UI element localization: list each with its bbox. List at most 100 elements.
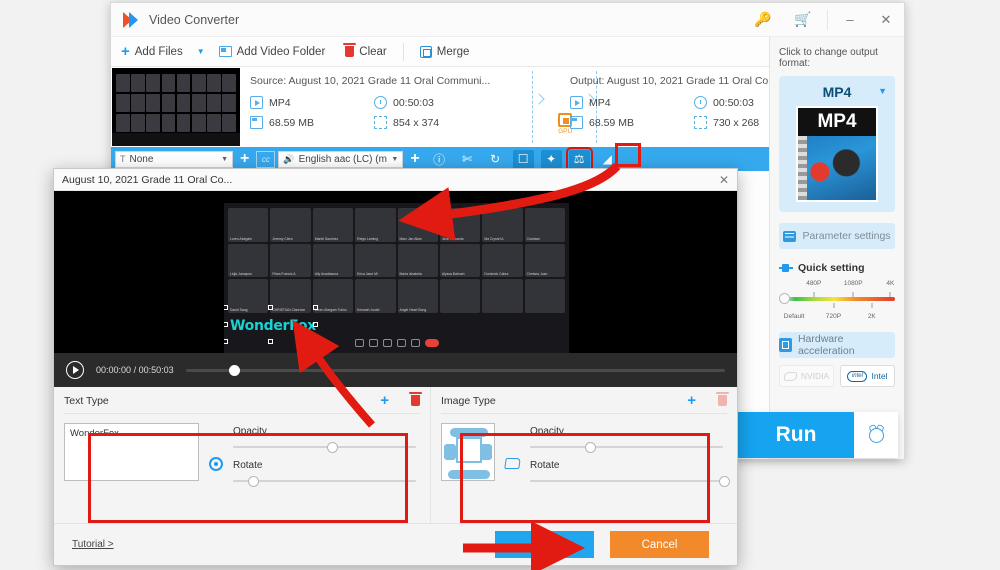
source-size: 68.59 MB [250,116,374,129]
seek-bar[interactable] [185,364,725,376]
run-bar: Run [738,412,898,458]
thumbnail-tile [116,113,130,132]
participant-tile: Dominick Cabra [482,243,523,278]
key-icon[interactable]: 🔑 [743,3,783,37]
cancel-button[interactable]: Cancel [610,531,709,558]
thumbnail-tile [116,93,130,113]
clear-label: Clear [359,45,387,58]
add-subtitle-button[interactable]: + [236,151,253,167]
participant-name: Lidja Jumapon [230,272,253,277]
thumbnail-toolbar-strip [112,133,240,146]
tutorial-link[interactable]: Tutorial > [72,539,114,550]
participant-tile: Reign Laming [355,208,396,242]
source-size-value: 68.59 MB [269,116,314,129]
participant-name: Erica Jane Mi [357,272,378,277]
thumbnail-tile [131,93,145,113]
cut-icon[interactable]: ✄ [457,150,478,169]
participant-name: Mariel Sanchez [314,236,339,241]
image-rotate-handle[interactable] [719,476,731,487]
seek-handle[interactable] [228,364,240,376]
dialog-close-button[interactable]: ✕ [719,173,729,187]
participant-tile: Chelsea Joan [524,243,565,278]
participant-name: Alyssa Bahrain [441,272,465,277]
output-size-value: 68.59 MB [589,116,634,129]
speaker-icon: 🔊 [283,153,295,164]
hardware-acceleration-button[interactable]: Hardware acceleration [779,332,895,358]
video-preview: Loren Abegain Jeremy Clera Mariel Sanchez R… [54,191,737,387]
run-button[interactable]: Run [738,412,854,458]
clock-icon [694,96,707,109]
time-separator: / [133,365,137,375]
delete-text-watermark-button[interactable] [409,392,422,406]
nvidia-label: NVIDIA [800,371,830,381]
trash-icon [343,43,357,57]
info-icon[interactable]: ⓘ [429,150,450,169]
participant-tile: Mariel Sanchez [312,208,354,242]
participant-name: Maria Ishabela [399,272,422,277]
intel-toggle[interactable]: intel Intel [840,365,895,387]
thumbnail-tile [176,113,191,132]
text-type-highlight [88,433,408,523]
parameter-settings-button[interactable]: Parameter settings [779,223,895,249]
participant-tile: Erica Jane Mi [355,243,396,278]
dialog-title: August 10, 2021 Grade 11 Oral Co... [62,173,233,186]
participant-tile: Loren Abegain Tulino [312,279,354,313]
source-duration-value: 00:50:03 [393,96,434,109]
video-frame[interactable]: Loren Abegain Jeremy Clera Mariel Sanchez R… [224,203,569,353]
thumbnail-tile [131,113,145,132]
participant-tile: Jeremy Clera [270,208,311,242]
merge-button[interactable]: Merge [410,37,480,66]
add-audio-button[interactable]: + [406,151,423,167]
add-text-watermark-button[interactable]: + [380,393,389,408]
thumbnail-tile [191,93,206,113]
current-time: 00:00:00 [96,365,132,375]
audio-track-select[interactable]: 🔊 English aac (LC) (m ▼ [278,150,404,168]
add-image-watermark-button[interactable]: + [687,393,696,408]
cart-icon[interactable]: 🛒 [783,3,823,37]
plus-icon: + [121,43,130,60]
crop-icon[interactable]: ☐ [512,149,534,169]
file-icon [250,116,263,129]
chip-icon [779,338,792,352]
output-duration-value: 00:50:03 [713,96,754,109]
selected-format-label: MP4 [822,84,852,100]
delete-image-watermark-button[interactable] [716,392,729,406]
add-files-button[interactable]: + Add Files [111,37,193,66]
clear-button[interactable]: Clear [335,37,396,66]
dialog-title-bar: August 10, 2021 Grade 11 Oral Co... ✕ [54,169,737,191]
format-card[interactable]: MP4 ▼ MP4 [779,76,895,212]
participant-tile: Alyssa Bahrain [439,243,481,278]
chevron-down-icon[interactable]: ▼ [878,86,887,96]
rotate-icon[interactable]: ↻ [485,150,506,169]
add-files-dropdown-icon[interactable]: ▼ [197,47,205,56]
minimize-button[interactable]: – [832,3,868,37]
effects-icon[interactable]: ✦ [540,149,562,169]
folder-icon [218,46,232,57]
subtitle-select[interactable]: T None ▼ [115,150,233,168]
watermark-overlay[interactable]: WonderFox [224,305,318,344]
participant-tile: Kesmah Justel [355,279,396,313]
schedule-button[interactable] [854,412,898,458]
tick-default: Default [783,313,805,320]
total-time: 00:50:03 [138,365,174,375]
play-button[interactable] [66,361,84,379]
format-preview-image: MP4 [796,106,878,202]
app-title: Video Converter [149,12,240,27]
close-button[interactable]: ✕ [868,3,904,37]
quality-slider-handle[interactable] [779,293,790,304]
thumbnail-tile [176,93,191,113]
add-video-folder-button[interactable]: Add Video Folder [209,37,336,66]
cc-icon[interactable]: cc [256,150,276,168]
nvidia-toggle[interactable]: NVIDIA [779,365,834,387]
format-artwork [798,136,876,200]
quality-slider[interactable]: 480P 1080P 4K Default 720P 2K [779,280,895,322]
thumbnail-tile [146,74,161,93]
tick-2k: 2K [867,313,876,320]
watermark-icon[interactable]: ⚖ [565,146,593,172]
chevron-down-icon: ▼ [221,155,228,163]
thumbnail-tile [161,74,176,93]
ok-button[interactable]: Ok [495,531,594,558]
participant-name: Jiroh Rimando [441,236,464,241]
participant-tile [524,279,565,313]
sliders-icon [783,230,797,242]
